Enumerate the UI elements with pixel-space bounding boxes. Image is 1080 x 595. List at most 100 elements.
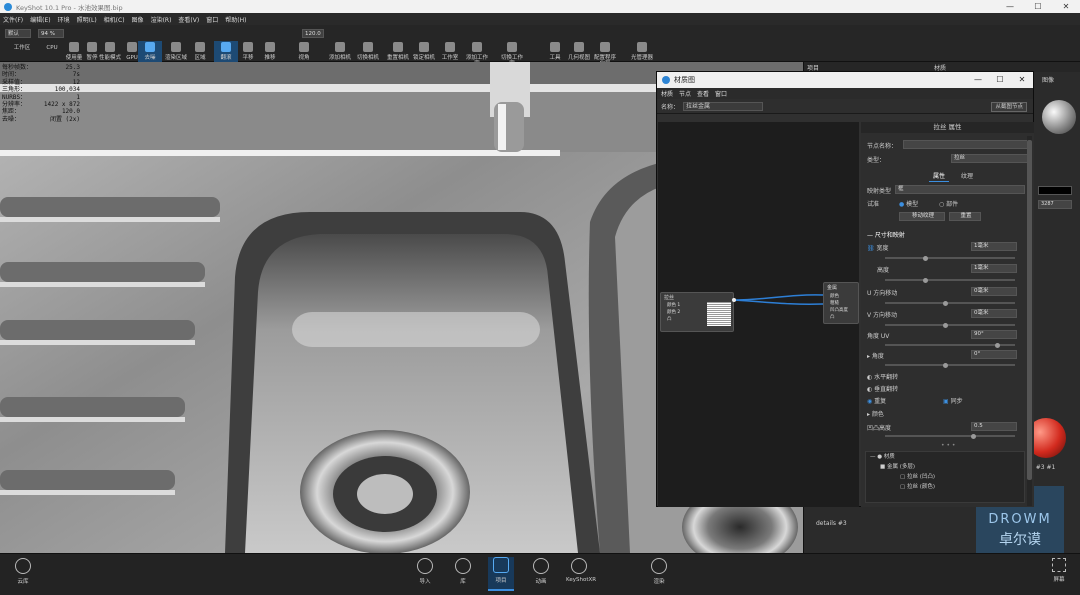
menu-item-3[interactable]: 照明(L) bbox=[77, 15, 97, 24]
name-label: 名称： bbox=[661, 103, 680, 111]
brushed-output-port[interactable] bbox=[732, 298, 736, 302]
bump-height-slider[interactable] bbox=[885, 433, 1015, 439]
bottom-tool-icon-6 bbox=[651, 558, 667, 574]
from-screenshot-node-button[interactable]: 从截图节点 bbox=[991, 102, 1027, 112]
dialog-maximize-button[interactable]: ☐ bbox=[989, 72, 1011, 88]
angle-uv-slider[interactable] bbox=[885, 342, 1015, 348]
tool-label-1[interactable]: CPU bbox=[40, 45, 64, 51]
menu-item-6[interactable]: 渲染(R) bbox=[151, 15, 172, 24]
view-angle-input[interactable]: 120.0 bbox=[302, 29, 324, 38]
width-field[interactable]: 1毫米 bbox=[971, 242, 1017, 251]
mapping-type-select[interactable]: 框 bbox=[895, 185, 1025, 194]
dialog-menu-item-0[interactable]: 材质 bbox=[661, 89, 673, 98]
bottom-tool-4[interactable]: 动画 bbox=[528, 558, 554, 585]
tree-item-material[interactable]: — ● 材质 bbox=[866, 452, 1024, 462]
tree-item-metal[interactable]: ■ 金属 (多层) bbox=[866, 462, 1024, 472]
dialog-minimize-button[interactable]: — bbox=[967, 72, 989, 88]
menu-item-9[interactable]: 帮助(H) bbox=[225, 15, 246, 24]
workspace-select[interactable]: 默认 bbox=[5, 29, 31, 38]
bottom-tool-5[interactable]: KeyShotXR bbox=[566, 558, 596, 583]
tool-label-0[interactable]: 工作区 bbox=[10, 45, 34, 51]
bottom-tool-0[interactable]: 云库 bbox=[10, 558, 36, 585]
minimize-button[interactable]: — bbox=[996, 0, 1024, 13]
value-field[interactable]: 3287 bbox=[1038, 200, 1072, 209]
section-size-mapping[interactable]: — 尺寸和映射 bbox=[867, 230, 905, 239]
dialog-menu-item-2[interactable]: 查看 bbox=[697, 89, 709, 98]
material-name-input[interactable]: 拉丝金属 bbox=[683, 101, 764, 111]
tab-properties[interactable]: 属性 bbox=[929, 171, 950, 182]
toolbar-tool-14[interactable]: 切换相机 bbox=[356, 41, 380, 61]
menu-item-4[interactable]: 相机(C) bbox=[104, 15, 125, 24]
menu-item-1[interactable]: 编辑(E) bbox=[30, 15, 50, 24]
toolbar-tool-15[interactable]: 重置相机 bbox=[386, 41, 410, 61]
menu-item-2[interactable]: 环境 bbox=[58, 15, 70, 24]
bump-height-field[interactable]: 0.5 bbox=[971, 422, 1017, 431]
brushed-node[interactable]: 拉丝 颜色 1 颜色 2凸 bbox=[660, 292, 734, 332]
move-texture-button[interactable]: 移动纹理 bbox=[899, 212, 945, 221]
angle-field[interactable]: 0° bbox=[971, 350, 1017, 359]
dialog-menu-item-1[interactable]: 节点 bbox=[679, 89, 691, 98]
u-offset-slider[interactable] bbox=[885, 300, 1015, 306]
bottom-tool-2[interactable]: 库 bbox=[450, 558, 476, 585]
flip-vertical-toggle[interactable]: ◐ 垂直翻转 bbox=[867, 384, 898, 393]
radio-part[interactable]: ○ 部件 bbox=[939, 199, 958, 208]
bump-height-label: 凹凸高度 bbox=[867, 425, 892, 432]
height-slider[interactable] bbox=[885, 277, 1015, 283]
flip-horizontal-toggle[interactable]: ◐ 水平翻转 bbox=[867, 372, 898, 381]
radio-model[interactable]: ● 模型 bbox=[899, 199, 918, 208]
toolbar-tool-7[interactable]: 渲染区域 bbox=[164, 41, 188, 61]
type-field[interactable]: 拉丝 bbox=[951, 154, 1031, 163]
tab-texture[interactable]: 纹理 bbox=[961, 171, 973, 180]
menu-item-8[interactable]: 窗口 bbox=[206, 15, 218, 24]
toolbar-tool-23[interactable]: 光管理器 bbox=[630, 41, 654, 61]
bottom-tool-3[interactable]: 项目 bbox=[488, 557, 514, 591]
height-label: 高度 bbox=[877, 267, 890, 274]
bottom-tool-6[interactable]: 渲染 bbox=[646, 558, 672, 585]
toolbar-tool-16[interactable]: 锁定相机 bbox=[412, 41, 436, 61]
toolbar-tool-11[interactable]: 推移 bbox=[258, 41, 282, 61]
v-offset-slider[interactable] bbox=[885, 322, 1015, 328]
repeat-toggle[interactable]: ◉ 重复 bbox=[867, 396, 886, 405]
dialog-close-button[interactable]: ✕ bbox=[1011, 72, 1033, 88]
u-offset-field[interactable]: 0毫米 bbox=[971, 287, 1017, 296]
close-button[interactable]: ✕ bbox=[1052, 0, 1080, 13]
menu-item-5[interactable]: 图像 bbox=[132, 15, 144, 24]
angle-uv-field[interactable]: 90° bbox=[971, 330, 1017, 339]
tool-label-13: 添加相机 bbox=[328, 55, 351, 61]
toolbar-tool-17[interactable]: 工作室 bbox=[438, 41, 462, 61]
sync-toggle[interactable]: ▣ 同步 bbox=[943, 396, 963, 405]
v-offset-field[interactable]: 0毫米 bbox=[971, 309, 1017, 318]
width-slider[interactable] bbox=[885, 255, 1015, 261]
node-name-field[interactable] bbox=[903, 140, 1031, 149]
dialog-menu-item-3[interactable]: 窗口 bbox=[715, 89, 727, 98]
color-swatch[interactable] bbox=[1038, 186, 1072, 195]
node-graph-canvas[interactable]: 拉丝 颜色 1 颜色 2凸 金属 颜色 粗糙 凹凸高度凸 bbox=[658, 122, 859, 507]
toolbar-tool-4[interactable]: 性能模式 bbox=[98, 41, 122, 61]
cpu-usage-input[interactable]: 94 % bbox=[38, 29, 64, 38]
screenshot-button[interactable]: 屏幕 bbox=[1044, 556, 1074, 583]
angle-slider[interactable] bbox=[885, 362, 1015, 368]
toolbar-tool-13[interactable]: 添加相机 bbox=[328, 41, 352, 61]
toolbar-tool-20[interactable]: 工具 bbox=[543, 41, 567, 61]
height-field[interactable]: 1毫米 bbox=[971, 264, 1017, 273]
maximize-button[interactable]: ☐ bbox=[1024, 0, 1052, 13]
menu-item-0[interactable]: 文件(F) bbox=[3, 15, 23, 24]
type-label: 类型： bbox=[867, 157, 886, 164]
watermark-text-cn: 卓尔谟 bbox=[999, 532, 1041, 548]
bottom-tool-1[interactable]: 导入 bbox=[412, 558, 438, 585]
properties-scrollbar[interactable] bbox=[1027, 136, 1032, 506]
tree-item-brushed-bump[interactable]: ▢ 拉丝 (凹凸) bbox=[866, 472, 1024, 482]
reset-button[interactable]: 重置 bbox=[949, 212, 981, 221]
metal-node[interactable]: 金属 颜色 粗糙 凹凸高度凸 bbox=[823, 282, 859, 324]
toolbar-tool-10[interactable]: 平移 bbox=[236, 41, 260, 61]
toolbar-tool-21[interactable]: 几何视图 bbox=[567, 41, 591, 61]
toolbar-tool-12[interactable]: 视角 bbox=[292, 41, 316, 61]
section-color[interactable]: ▸ 颜色 bbox=[867, 409, 884, 418]
splitter-handle[interactable]: • • • bbox=[941, 442, 955, 449]
material-preview-sphere[interactable] bbox=[1042, 100, 1076, 134]
material-graph-dialog: 材质图 — ☐ ✕ 材质 节点 查看 窗口 名称： 拉丝金属 从截图节点 拉丝 颜色 … bbox=[656, 71, 1034, 507]
toolbar-tool-8[interactable]: 区域 bbox=[188, 41, 212, 61]
angle-row-label[interactable]: ▸ 角度 bbox=[867, 351, 884, 360]
tree-item-brushed-color[interactable]: ▢ 拉丝 (颜色) bbox=[866, 482, 1024, 492]
menu-item-7[interactable]: 查看(V) bbox=[178, 15, 199, 24]
